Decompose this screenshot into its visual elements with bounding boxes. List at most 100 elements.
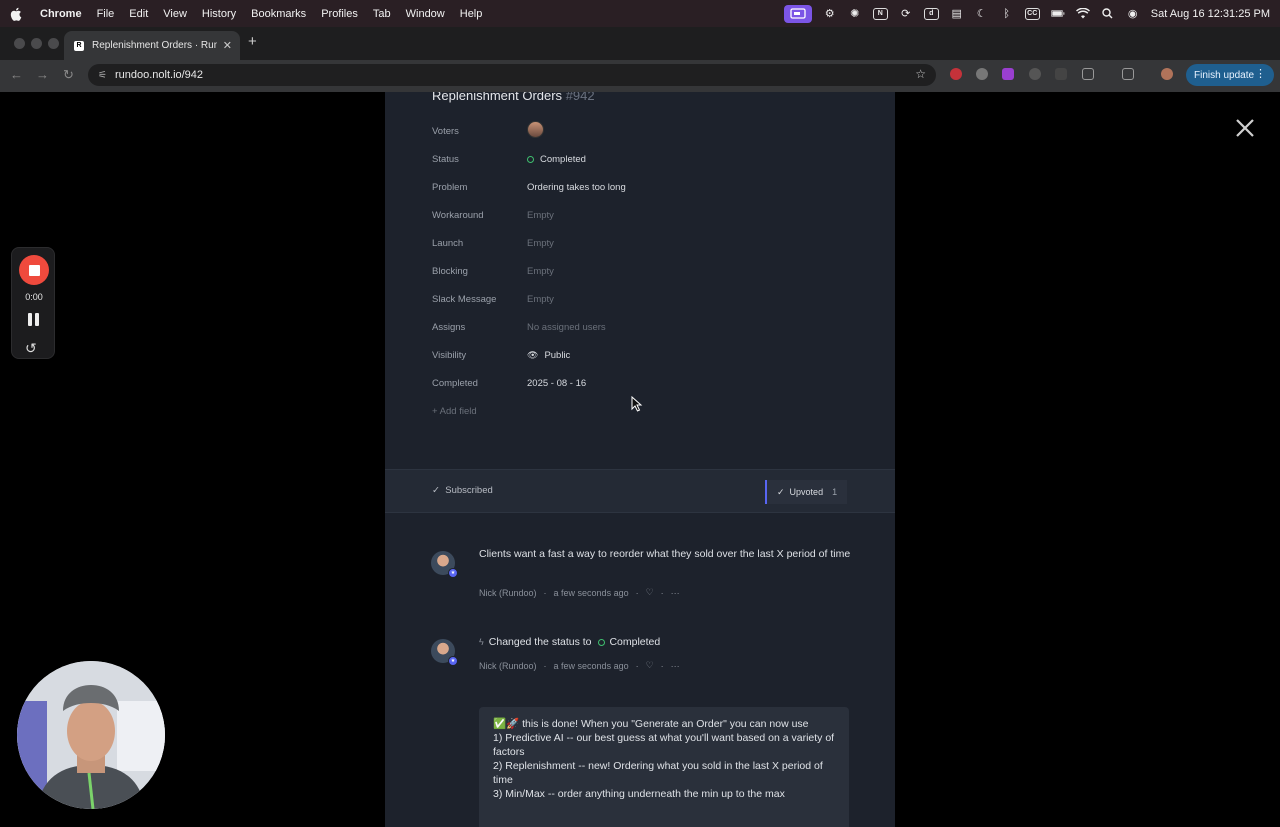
meta-separator: · <box>660 660 664 671</box>
heart-icon[interactable]: ♡ <box>646 660 654 671</box>
comment-line: 3) Min/Max -- order anything underneath … <box>493 788 785 800</box>
comment-author[interactable]: Nick (Rundoo) <box>479 588 537 598</box>
notion-icon[interactable]: N <box>872 7 888 20</box>
comment-line: 1) Predictive AI -- our best guess at wh… <box>493 732 835 758</box>
extensions-puzzle-icon[interactable] <box>1082 68 1094 80</box>
profile-avatar[interactable] <box>1161 68 1173 80</box>
cc-icon[interactable]: CC <box>1024 7 1040 20</box>
apple-icon[interactable] <box>10 7 24 21</box>
more-vert-icon[interactable]: ⋮ <box>1255 67 1266 80</box>
menu-window[interactable]: Window <box>406 8 445 20</box>
field-value-completed[interactable]: 2025 - 08 - 16 <box>527 378 586 389</box>
control-center-icon[interactable]: ◉ <box>1126 7 1140 21</box>
meta-separator: · <box>660 587 664 598</box>
moon-icon[interactable]: ☾ <box>975 7 989 21</box>
menu-help[interactable]: Help <box>460 8 483 20</box>
openai-icon[interactable]: ✺ <box>848 7 862 21</box>
menu-edit[interactable]: Edit <box>129 8 148 20</box>
status-completed-icon <box>598 639 606 646</box>
menu-view[interactable]: View <box>163 8 187 20</box>
post-modal: Replenishment Orders #942 Voters Status … <box>385 92 895 827</box>
menu-history[interactable]: History <box>202 8 236 20</box>
menu-profiles[interactable]: Profiles <box>321 8 358 20</box>
battery-icon[interactable] <box>1050 7 1065 21</box>
spotlight-search-icon[interactable] <box>1101 7 1115 21</box>
sync-icon[interactable]: ⟳ <box>899 7 913 21</box>
gear-app-icon[interactable]: ⚙ <box>823 7 837 21</box>
field-value-problem[interactable]: Ordering takes too long <box>527 182 626 193</box>
field-label-status: Status <box>432 154 459 165</box>
stop-recording-button[interactable] <box>19 255 49 285</box>
field-value-launch[interactable]: Empty <box>527 238 554 249</box>
menu-tab[interactable]: Tab <box>373 8 391 20</box>
comment-author-avatar[interactable]: ★ <box>431 551 458 578</box>
back-arrow-icon[interactable]: ← <box>10 67 23 82</box>
add-field-button[interactable]: + Add field <box>432 406 477 417</box>
menu-bookmarks[interactable]: Bookmarks <box>251 8 306 20</box>
status-change-text: ϟ Changed the status to Completed <box>479 635 859 650</box>
extension-gray-icon[interactable] <box>1029 68 1041 80</box>
tab-close-icon[interactable]: ✕ <box>223 39 232 52</box>
subscribe-bar: ✓ Subscribed ✓ Upvoted 1 <box>385 469 895 513</box>
forward-arrow-icon[interactable]: → <box>36 67 49 82</box>
status-change-time[interactable]: a few seconds ago <box>554 661 629 671</box>
wifi-icon[interactable] <box>1075 7 1090 21</box>
new-tab-icon[interactable]: + <box>248 33 257 50</box>
menubar-clock[interactable]: Sat Aug 16 12:31:25 PM <box>1151 8 1270 20</box>
comment-line: 2) Replenishment -- new! Ordering what y… <box>493 760 823 786</box>
screen-record-icon[interactable] <box>783 4 812 23</box>
menu-file[interactable]: File <box>97 8 115 20</box>
field-label-assigns: Assigns <box>432 322 466 333</box>
webcam-feed-image <box>17 661 165 809</box>
reload-icon[interactable]: ↻ <box>63 67 74 83</box>
field-value-blocking[interactable]: Empty <box>527 266 554 277</box>
window-close-button[interactable] <box>14 38 25 49</box>
field-value-assigns[interactable]: No assigned users <box>527 322 606 333</box>
field-value-workaround[interactable]: Empty <box>527 210 554 221</box>
status-change-prefix: Changed the status to <box>488 636 592 648</box>
meta-separator: · <box>635 587 639 598</box>
window-zoom-button[interactable] <box>48 38 59 49</box>
comment-time[interactable]: a few seconds ago <box>554 588 629 598</box>
extension-dark-icon[interactable] <box>1055 68 1067 80</box>
upvote-label: Upvoted <box>789 487 824 497</box>
upvote-button[interactable]: ✓ Upvoted 1 <box>765 480 847 504</box>
extension-globe-icon[interactable] <box>976 68 988 80</box>
voter-avatar[interactable] <box>527 121 544 138</box>
heart-icon[interactable]: ♡ <box>646 587 654 598</box>
status-change-author-avatar[interactable]: ★ <box>431 639 458 666</box>
finish-update-button[interactable]: Finish update ⋮ <box>1186 64 1274 86</box>
field-value-slack-message[interactable]: Empty <box>527 294 554 305</box>
document-icon[interactable]: d <box>923 7 939 20</box>
extension-purple-icon[interactable] <box>1002 68 1014 80</box>
site-settings-icon[interactable]: ⚟ <box>98 70 107 81</box>
subscribed-button[interactable]: ✓ Subscribed <box>432 485 493 496</box>
restart-recording-icon[interactable]: ↺ <box>25 340 37 357</box>
status-change-meta: Nick (Rundoo) · a few seconds ago · ♡ · … <box>479 660 680 671</box>
field-value-visibility[interactable]: 👁 Public <box>527 350 570 361</box>
keyboard-icon[interactable]: ▤ <box>950 7 964 21</box>
admin-badge-icon: ★ <box>448 656 458 666</box>
close-modal-icon[interactable] <box>1234 117 1256 139</box>
post-number: #942 <box>565 92 595 103</box>
tab-favicon: R <box>74 40 84 51</box>
address-bar[interactable]: ⚟ rundoo.nolt.io/942 ☆ <box>88 64 936 86</box>
extension-red-icon[interactable] <box>950 68 962 80</box>
pause-recording-button[interactable] <box>28 313 40 326</box>
field-label-workaround: Workaround <box>432 210 484 221</box>
macos-menubar: Chrome File Edit View History Bookmarks … <box>0 0 1280 27</box>
status-completed-icon <box>527 156 534 163</box>
url-text[interactable]: rundoo.nolt.io/942 <box>115 69 203 81</box>
browser-tab-active[interactable]: R Replenishment Orders · Rund ✕ <box>64 31 240 60</box>
webcam-bubble[interactable] <box>17 661 165 809</box>
window-minimize-button[interactable] <box>31 38 42 49</box>
bluetooth-icon[interactable]: ᛒ <box>1000 7 1014 21</box>
menu-app-name[interactable]: Chrome <box>40 8 82 20</box>
status-change-author[interactable]: Nick (Rundoo) <box>479 661 537 671</box>
more-horiz-icon[interactable]: ··· <box>671 661 680 671</box>
more-horiz-icon[interactable]: ··· <box>671 588 680 598</box>
side-panel-icon[interactable] <box>1122 68 1134 80</box>
bookmark-star-icon[interactable]: ☆ <box>915 67 926 81</box>
field-value-status[interactable]: Completed <box>527 154 586 165</box>
field-value-voters[interactable] <box>527 121 544 138</box>
